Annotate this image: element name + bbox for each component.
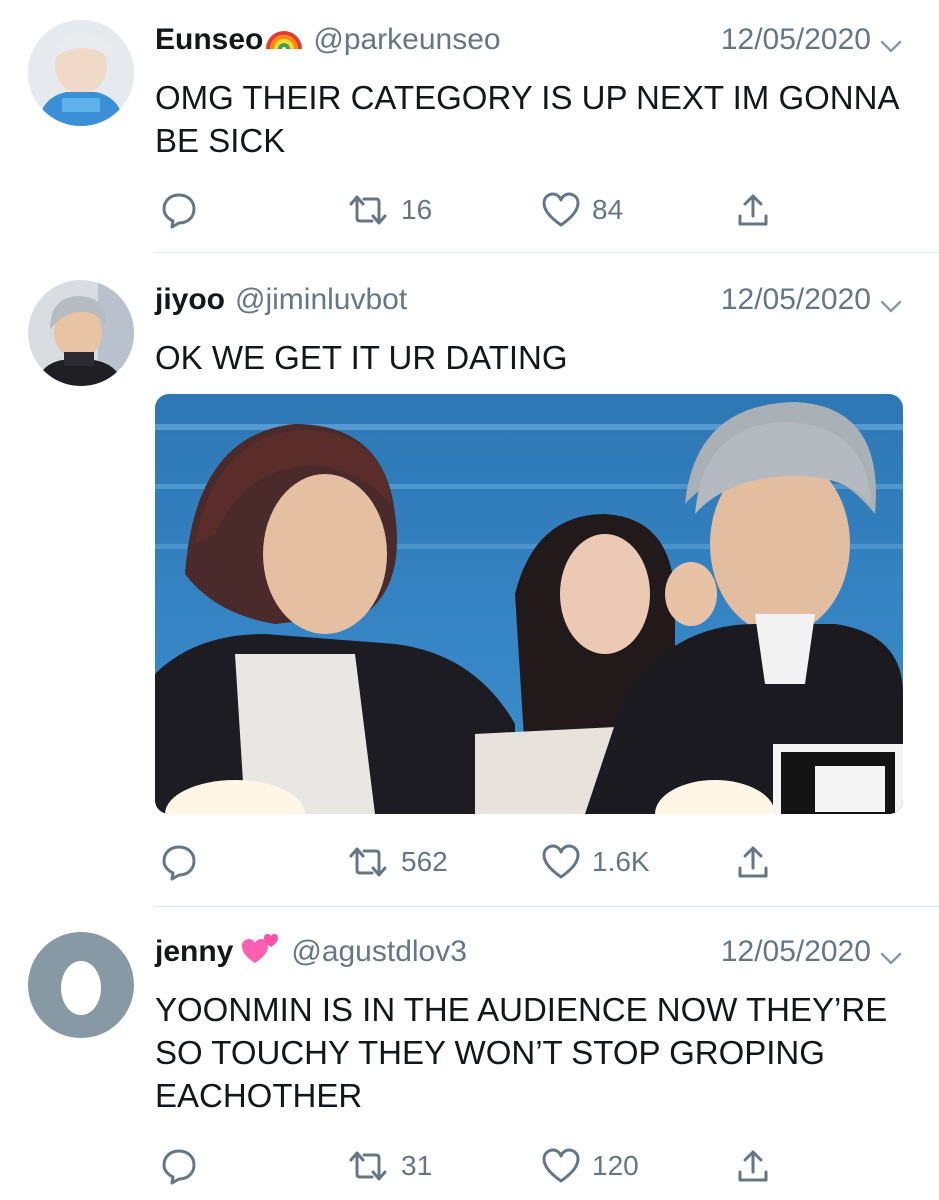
tweet-text: YOONMIN IS IN THE AUDIENCE NOW THEY’RE S…	[155, 991, 888, 1114]
heart-icon	[540, 1146, 582, 1186]
share-button[interactable]	[733, 1144, 773, 1188]
handle[interactable]: @jiminluvbot	[235, 283, 407, 317]
avatar[interactable]	[28, 280, 134, 386]
share-icon	[733, 190, 773, 230]
reply-button[interactable]	[159, 840, 199, 884]
display-name[interactable]: Eunseo	[155, 23, 263, 57]
share-icon	[733, 1146, 773, 1186]
tweet-photo[interactable]	[155, 394, 903, 814]
reply-button[interactable]	[159, 1144, 199, 1188]
share-icon	[733, 842, 773, 882]
chevron-down-icon[interactable]	[879, 290, 903, 313]
share-button[interactable]	[733, 188, 773, 232]
display-name[interactable]: jenny	[155, 935, 233, 969]
tweet-header: jiyoo @jiminluvbot 12/05/2020	[155, 280, 903, 320]
rainbow-emoji	[265, 21, 303, 59]
tweet-actions: 562 1.6K	[155, 840, 795, 884]
handle[interactable]: @parkeunseo	[313, 23, 500, 57]
retweet-icon	[345, 842, 391, 882]
reply-icon	[159, 1146, 199, 1186]
display-name[interactable]: jiyoo	[155, 283, 225, 317]
two-hearts-emoji	[241, 931, 281, 973]
handle[interactable]: @agustdlov3	[291, 935, 467, 969]
retweet-button[interactable]: 562	[345, 840, 448, 884]
tweet-header: Eunseo @parkeunseo 12/05/2020	[155, 20, 903, 60]
tweet-header: jenny @agustdlov3 12/05/2020	[155, 932, 903, 972]
retweet-count: 31	[401, 1150, 433, 1181]
tweet-date[interactable]: 12/05/2020	[721, 283, 871, 317]
like-count: 120	[592, 1150, 639, 1181]
tweet-text: OMG THEIR CATEGORY IS UP NEXT IM GONNA B…	[155, 79, 898, 159]
reply-button[interactable]	[159, 188, 199, 232]
like-button[interactable]: 84	[540, 188, 623, 232]
tweet[interactable]: jenny @agustdlov3 12/05/2020 YOONMIN IS …	[0, 932, 939, 1200]
heart-icon	[540, 190, 582, 230]
like-button[interactable]: 120	[540, 1144, 639, 1188]
like-count: 1.6K	[592, 846, 650, 877]
retweet-button[interactable]: 31	[345, 1144, 432, 1188]
divider	[155, 252, 939, 253]
tweet-actions: 16 84	[155, 188, 795, 232]
heart-icon	[540, 842, 582, 882]
chevron-down-icon[interactable]	[879, 30, 903, 53]
share-button[interactable]	[733, 840, 773, 884]
retweet-count: 562	[401, 846, 448, 877]
divider	[155, 906, 939, 907]
reply-icon	[159, 190, 199, 230]
tweet-actions: 31 120	[155, 1144, 795, 1188]
retweet-button[interactable]: 16	[345, 188, 432, 232]
default-egg-avatar[interactable]	[28, 932, 134, 1038]
retweet-icon	[345, 190, 391, 230]
retweet-count: 16	[401, 194, 433, 225]
like-button[interactable]: 1.6K	[540, 840, 650, 884]
reply-icon	[159, 842, 199, 882]
tweet-date[interactable]: 12/05/2020	[721, 935, 871, 969]
tweet[interactable]: jiyoo @jiminluvbot 12/05/2020 OK WE GET …	[0, 280, 939, 890]
avatar[interactable]	[28, 20, 134, 126]
tweet-text: OK WE GET IT UR DATING	[155, 339, 568, 376]
like-count: 84	[592, 194, 624, 225]
chevron-down-icon[interactable]	[879, 942, 903, 965]
tweet[interactable]: Eunseo @parkeunseo 12/05/2020 OMG THEIR …	[0, 20, 939, 250]
tweet-date[interactable]: 12/05/2020	[721, 23, 871, 57]
retweet-icon	[345, 1146, 391, 1186]
